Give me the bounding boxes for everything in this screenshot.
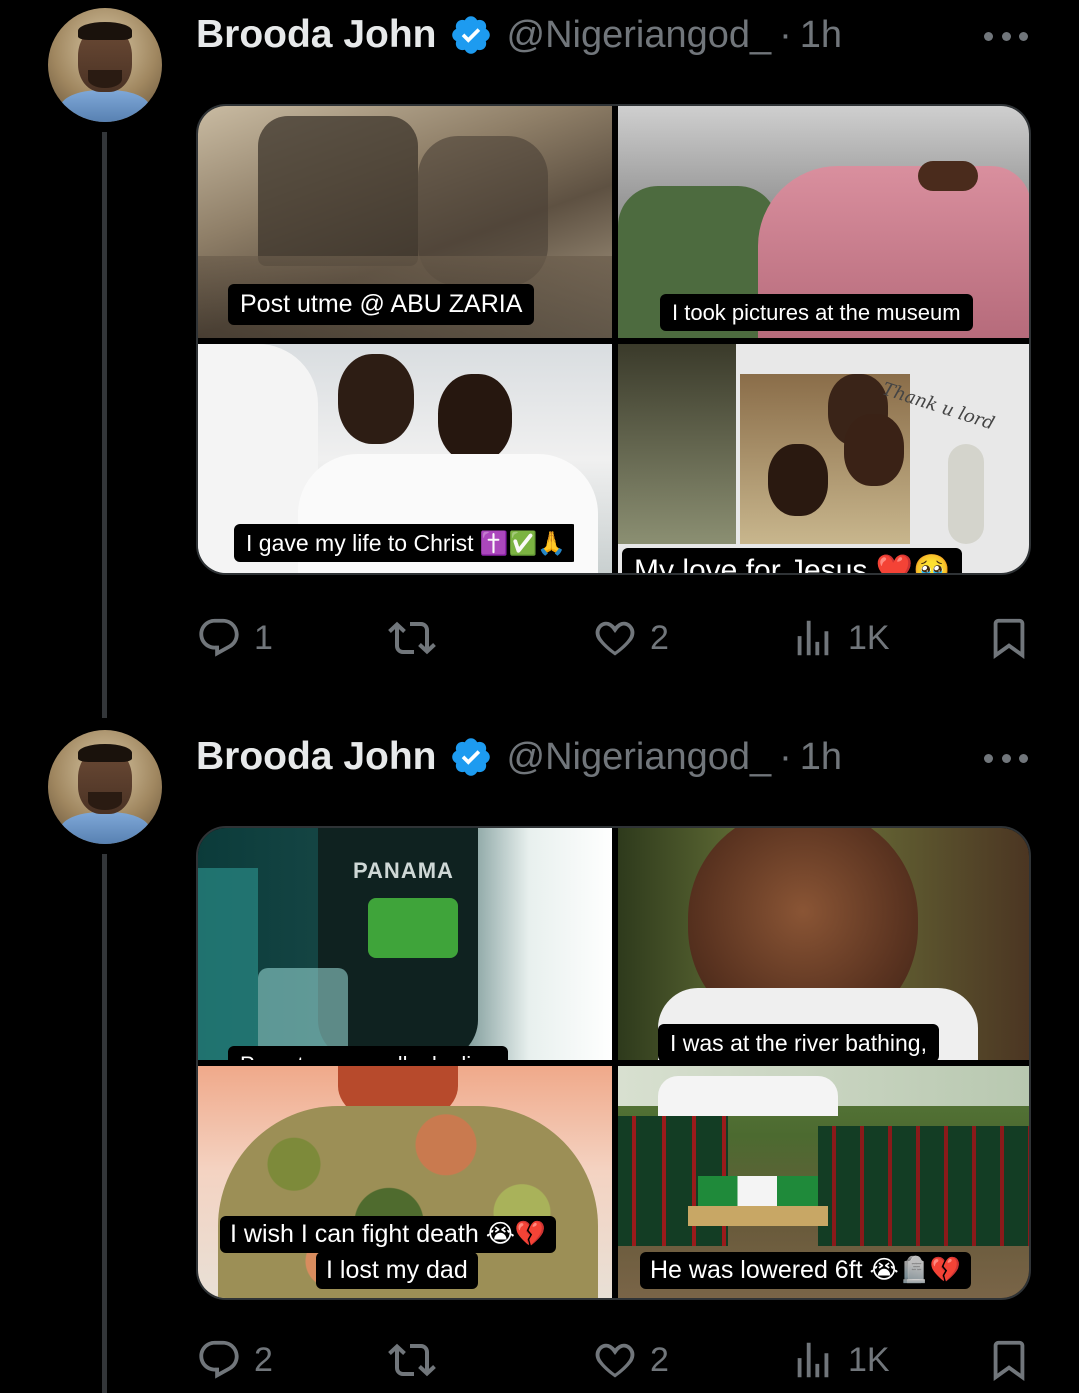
reply-button[interactable]: 2: [196, 1335, 273, 1385]
views-button[interactable]: 1K: [790, 1335, 890, 1385]
image-caption: He was lowered 6ft 😭🪦💔: [640, 1252, 972, 1289]
image-caption-line2: I lost my dad: [316, 1252, 478, 1289]
author-name[interactable]: Brooda John: [196, 735, 437, 779]
verified-badge-icon[interactable]: [449, 13, 493, 57]
overlay-text: PANAMA: [353, 858, 454, 883]
like-count: 2: [650, 1340, 669, 1379]
image-tile[interactable]: I gave my life to Christ ✝️✅🙏: [198, 344, 612, 573]
media-grid[interactable]: PANAMA Poverty was really dealing I was …: [196, 826, 1031, 1300]
image-caption: I wish I can fight death 😭💔: [220, 1216, 557, 1253]
image-tile[interactable]: I took pictures at the museum: [618, 106, 1029, 338]
image-tile[interactable]: Post utme @ ABU ZARIA: [198, 106, 612, 338]
author-name[interactable]: Brooda John: [196, 13, 437, 57]
retweet-icon: [388, 1343, 436, 1377]
separator-dot: ·: [779, 13, 792, 56]
image-caption: My love for Jesus ❤️🥹: [622, 548, 963, 573]
views-count: 1K: [848, 618, 890, 657]
tweet[interactable]: Brooda John @Nigeriangod_ · 1h PANAMA Po…: [0, 722, 1079, 1393]
views-icon: [797, 1342, 829, 1378]
more-icon[interactable]: [984, 752, 1028, 764]
reply-icon: [199, 1340, 239, 1379]
views-button[interactable]: 1K: [790, 613, 890, 663]
verified-badge-icon[interactable]: [449, 735, 493, 779]
thread-line: [102, 132, 107, 718]
bookmark-icon: [993, 1340, 1025, 1381]
image-caption: Poverty was really dealing: [228, 1046, 508, 1060]
bookmark-icon: [993, 618, 1025, 659]
like-button[interactable]: 2: [592, 613, 669, 663]
retweet-button[interactable]: [388, 1335, 448, 1385]
avatar[interactable]: [48, 8, 162, 122]
separator-dot: ·: [779, 735, 792, 778]
retweet-icon: [388, 621, 436, 655]
tweet[interactable]: Brooda John @Nigeriangod_ · 1h Post utme…: [0, 0, 1079, 722]
image-caption: I took pictures at the museum: [660, 294, 973, 332]
reply-button[interactable]: 1: [196, 613, 273, 663]
image-tile[interactable]: He was lowered 6ft 😭🪦💔: [618, 1066, 1029, 1298]
avatar[interactable]: [48, 730, 162, 844]
image-tile[interactable]: I was at the river bathing,: [618, 828, 1029, 1060]
reply-icon: [199, 618, 239, 657]
reply-count: 1: [254, 618, 273, 657]
author-handle[interactable]: @Nigeriangod_: [507, 14, 772, 57]
image-tile[interactable]: PANAMA Poverty was really dealing: [198, 828, 612, 1060]
retweet-button[interactable]: [388, 613, 448, 663]
image-tile[interactable]: I wish I can fight death 😭💔 I lost my da…: [198, 1066, 612, 1298]
thread-line: [102, 854, 107, 1393]
views-icon: [797, 620, 829, 656]
image-caption: I gave my life to Christ ✝️✅🙏: [234, 524, 574, 563]
author-handle[interactable]: @Nigeriangod_: [507, 736, 772, 779]
image-tile[interactable]: Thank u lord My love for Jesus ❤️🥹: [618, 344, 1029, 573]
bookmark-button[interactable]: [986, 1335, 1032, 1385]
tweet-actions: 2 2 1K: [196, 1335, 1031, 1385]
more-icon[interactable]: [984, 30, 1028, 42]
tweet-header: Brooda John @Nigeriangod_ · 1h: [196, 10, 842, 60]
timestamp[interactable]: 1h: [800, 736, 842, 779]
like-button[interactable]: 2: [592, 1335, 669, 1385]
image-caption: Post utme @ ABU ZARIA: [228, 284, 535, 325]
tweet-actions: 1 2 1K: [196, 613, 1031, 663]
like-count: 2: [650, 618, 669, 657]
reply-count: 2: [254, 1340, 273, 1379]
bookmark-button[interactable]: [986, 613, 1032, 663]
like-icon: [595, 621, 635, 656]
image-caption-line1: I wish I can fight death 😭💔: [230, 1220, 547, 1248]
timestamp[interactable]: 1h: [800, 14, 842, 57]
tweet-header: Brooda John @Nigeriangod_ · 1h: [196, 732, 842, 782]
like-icon: [595, 1343, 635, 1378]
views-count: 1K: [848, 1340, 890, 1379]
media-grid[interactable]: Post utme @ ABU ZARIA I took pictures at…: [196, 104, 1031, 575]
image-caption: I was at the river bathing,: [658, 1024, 939, 1060]
